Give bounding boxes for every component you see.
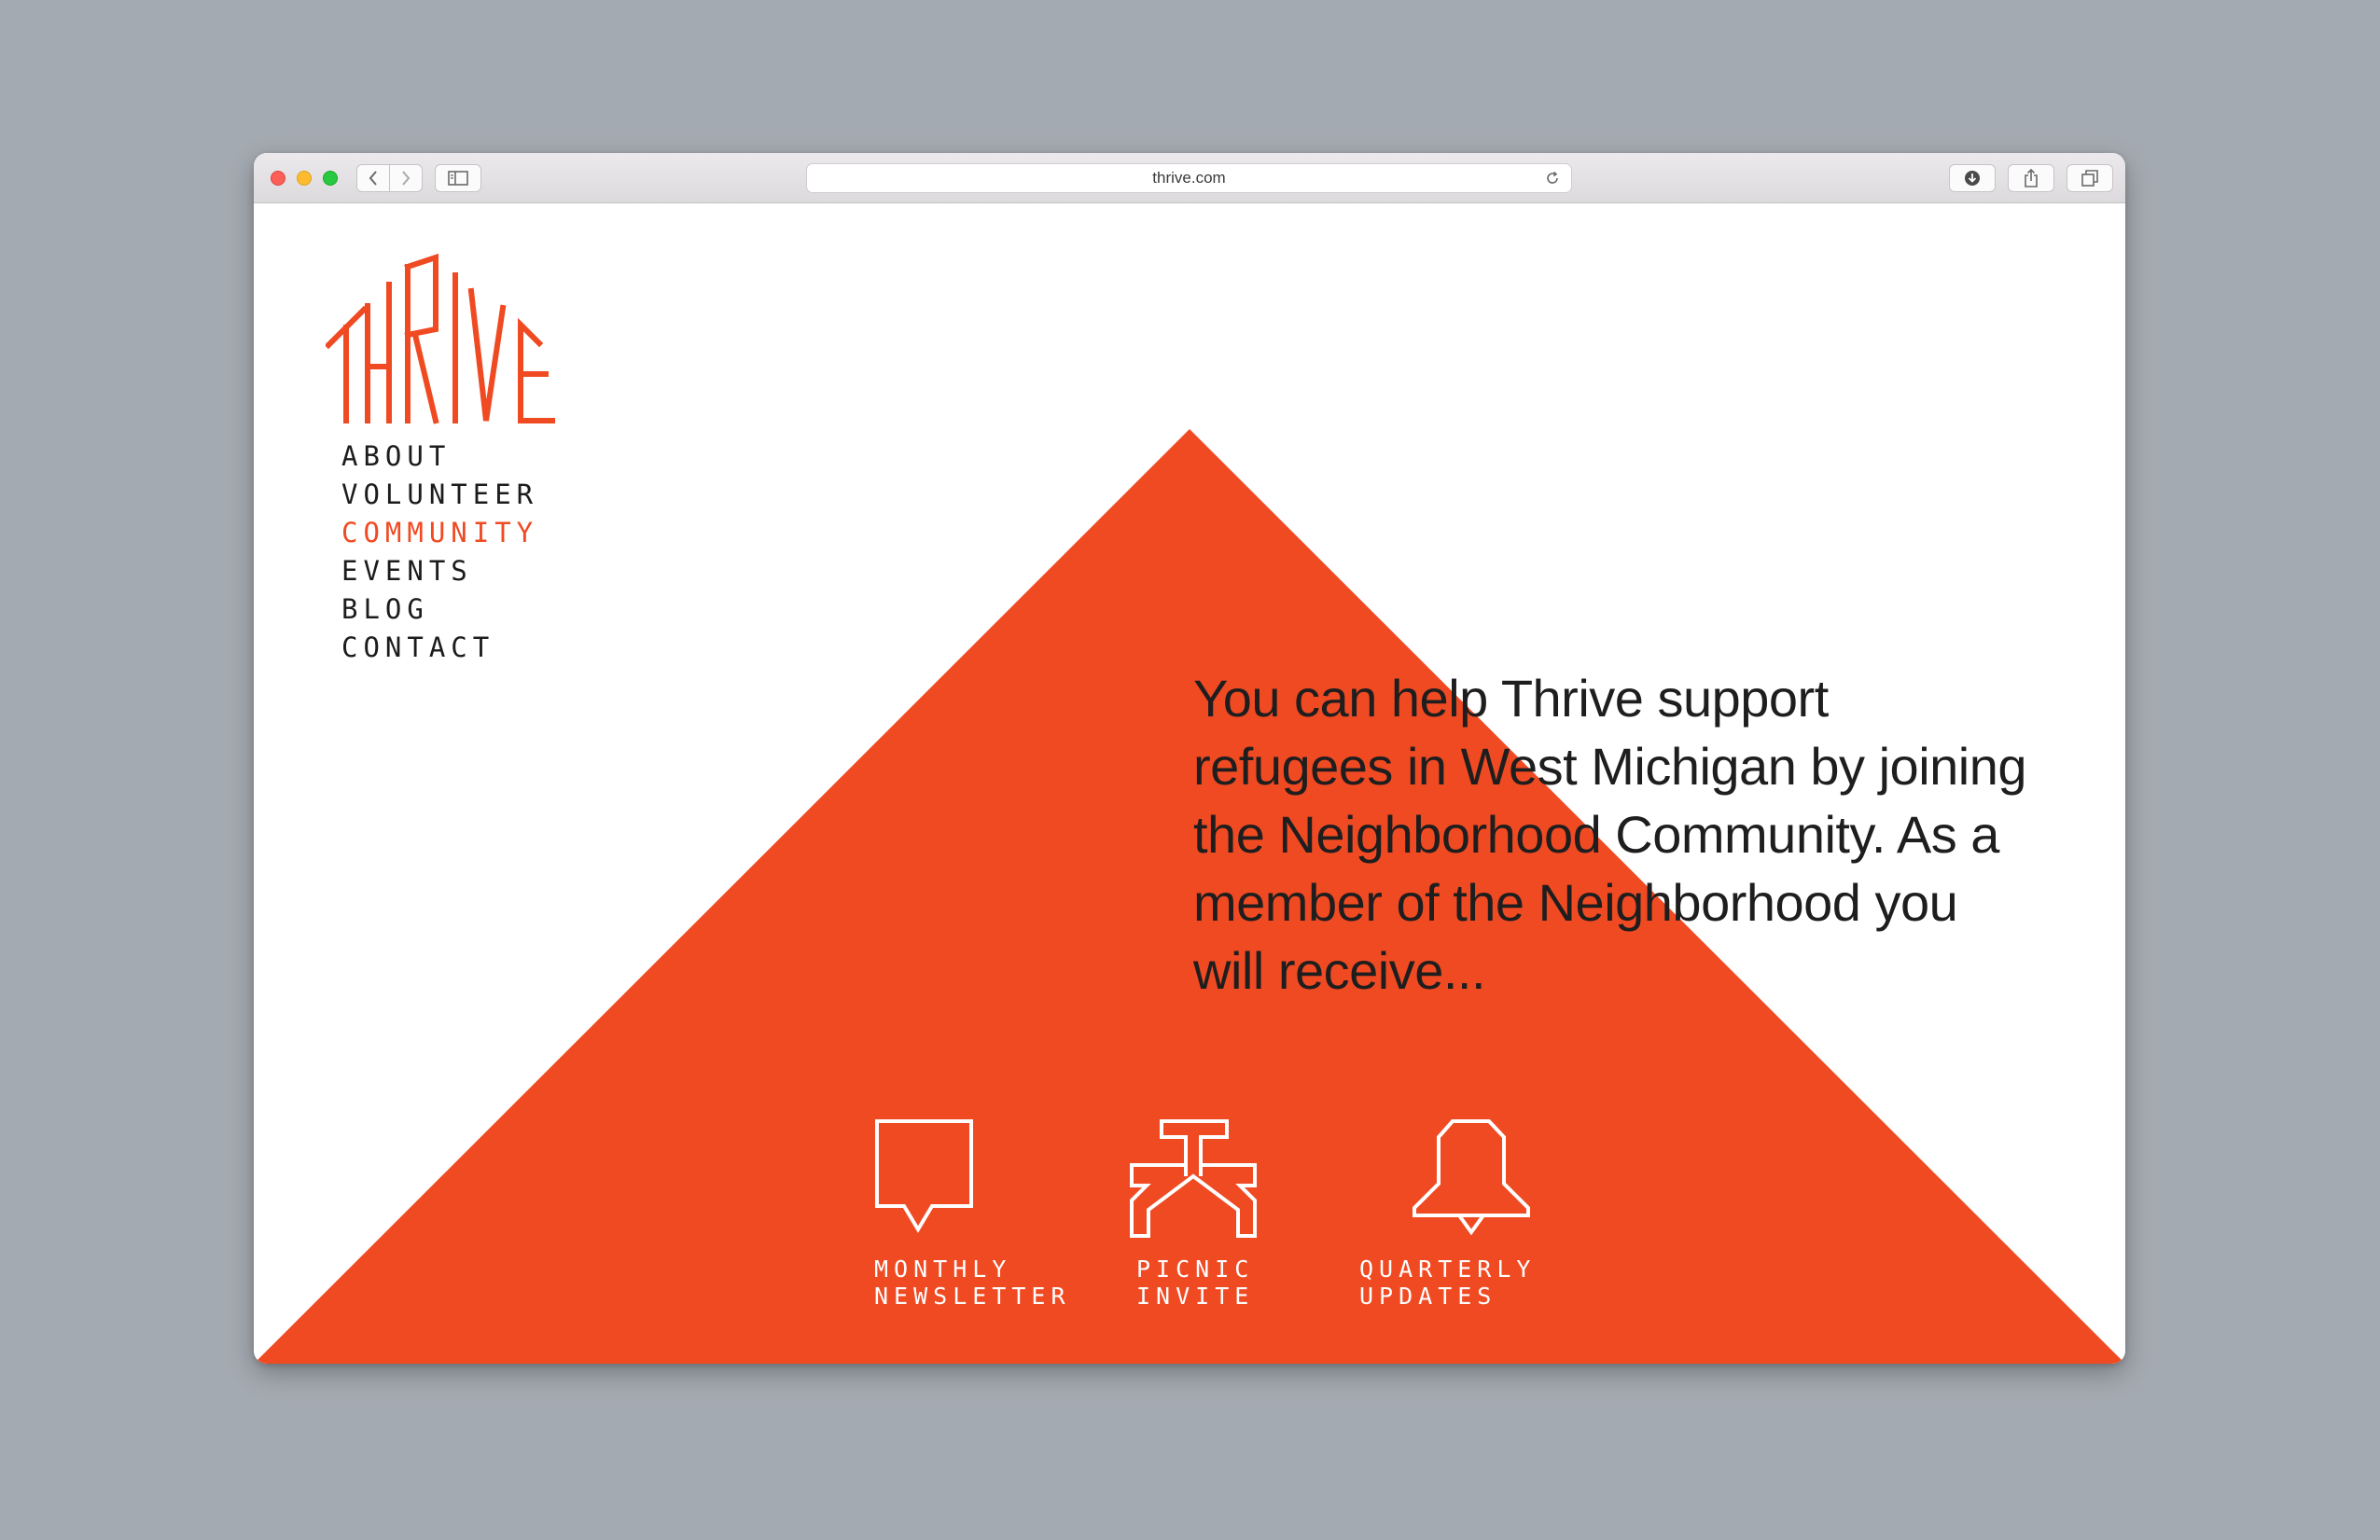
zoom-window-button[interactable] [323, 171, 338, 186]
address-bar[interactable]: thrive.com [806, 163, 1572, 193]
nav-item-volunteer[interactable]: VOLUNTEER [341, 476, 538, 514]
forward-button[interactable] [389, 164, 423, 192]
benefit-label-newsletter: MONTHLY NEWSLETTER [874, 1256, 1071, 1310]
close-window-button[interactable] [271, 171, 285, 186]
browser-toolbar: thrive.com [254, 153, 2125, 203]
speech-bubble-icon [875, 1119, 973, 1233]
sidebar-toggle-button[interactable] [435, 164, 481, 192]
nav-item-community[interactable]: COMMUNITY [341, 514, 538, 552]
reload-icon [1547, 171, 1558, 184]
nav-item-about[interactable]: ABOUT [341, 437, 538, 476]
back-arrow-icon [369, 171, 377, 186]
share-button[interactable] [2008, 164, 2054, 192]
minimize-window-button[interactable] [297, 171, 312, 186]
web-page: ABOUT VOLUNTEER COMMUNITY EVENTS BLOG CO… [254, 204, 2125, 1364]
nav-item-contact[interactable]: CONTACT [341, 629, 538, 667]
benefit-label-updates: QUARTERLY UPDATES [1359, 1256, 1537, 1310]
sidebar-icon [448, 171, 468, 186]
tabs-icon [2081, 170, 2098, 187]
thrive-logo [326, 253, 555, 424]
share-icon [2025, 169, 2038, 187]
intro-text: You can help Thrive support refugees in … [1193, 669, 2027, 1000]
main-nav: ABOUT VOLUNTEER COMMUNITY EVENTS BLOG CO… [341, 437, 538, 667]
browser-window: thrive.com ABOUT VOLUNTEER COMMUNITY EVE… [254, 153, 2125, 1364]
benefit-label-picnic: PICNIC INVITE [1136, 1256, 1255, 1310]
download-icon [1965, 171, 1980, 186]
tab-overview-button[interactable] [2067, 164, 2113, 192]
nav-item-events[interactable]: EVENTS [341, 552, 538, 590]
picnic-table-icon [1130, 1119, 1257, 1238]
bell-icon [1413, 1119, 1530, 1236]
forward-arrow-icon [402, 171, 411, 186]
reload-button[interactable] [1545, 171, 1560, 190]
nav-item-blog[interactable]: BLOG [341, 590, 538, 629]
downloads-button[interactable] [1949, 164, 1996, 192]
url-text: thrive.com [1152, 169, 1226, 187]
back-button[interactable] [356, 164, 390, 192]
